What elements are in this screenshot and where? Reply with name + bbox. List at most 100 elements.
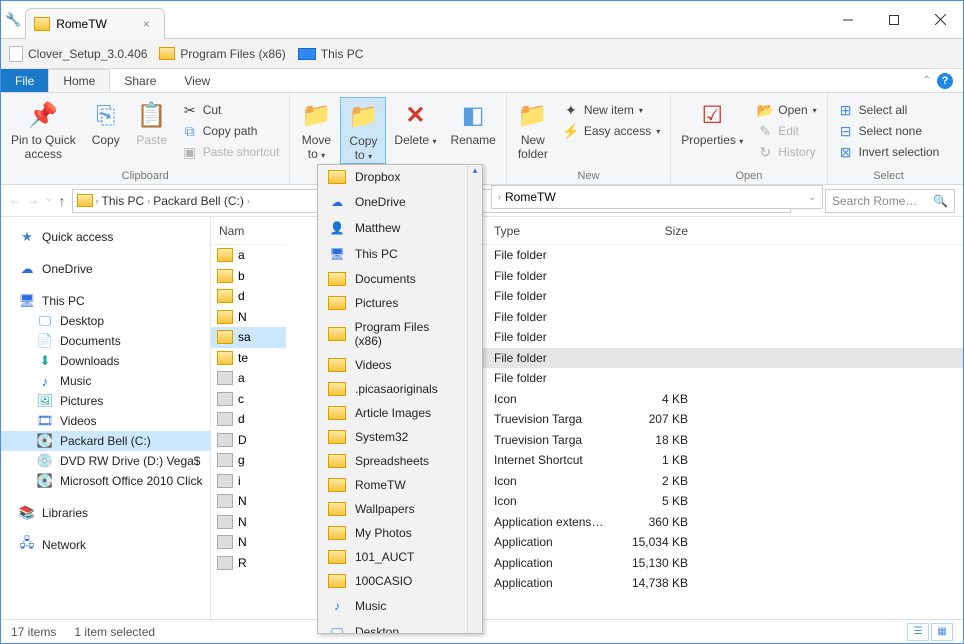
dropdown-item[interactable]: ♪Music [318,593,467,619]
dropdown-item[interactable]: 🖥This PC [318,241,467,267]
list-item[interactable]: a [211,368,286,389]
chevron-down-icon[interactable]: ⌄ [808,192,816,203]
list-item[interactable]: N [211,532,286,553]
bookmark-clover[interactable]: Clover_Setup_3.0.406 [9,46,147,62]
breadcrumb-item[interactable]: Packard Bell (C:) [153,194,244,208]
dropdown-item[interactable]: .picasaoriginals [318,377,467,401]
pin-quick-access-button[interactable]: 📌Pin to Quick access [5,97,82,162]
list-item[interactable]: R [211,553,286,574]
chevron-up-icon[interactable]: ⌃ [923,75,931,86]
list-item[interactable]: N [211,491,286,512]
tree-quick-access[interactable]: ★Quick access [1,227,210,247]
dropdown-item[interactable]: Pictures [318,291,467,315]
list-item[interactable]: a [211,245,286,266]
dropdown-item[interactable]: Spreadsheets [318,449,467,473]
open-button[interactable]: 📂Open▾ [751,101,822,119]
dropdown-item[interactable]: 👤Matthew [318,215,467,241]
copy-button[interactable]: ⎘Copy [84,97,128,148]
close-button[interactable] [917,1,963,38]
minimize-button[interactable] [825,1,871,38]
list-item[interactable]: b [211,266,286,287]
navigation-tree: ★Quick access ☁OneDrive 🖥This PC 🖵Deskto… [1,217,211,619]
cut-button[interactable]: ✂Cut [176,101,286,119]
folder-icon [217,248,233,262]
breadcrumb-item[interactable]: This PC [102,194,145,208]
dropdown-item[interactable]: Documents [318,267,467,291]
content-breadcrumb[interactable]: › RomeTW ⌄ [491,185,823,209]
view-icons-button[interactable]: ▦ [931,623,953,641]
help-icon[interactable]: ? [937,73,953,89]
tree-documents[interactable]: 📄Documents [1,331,210,351]
dropdown-item[interactable]: Videos [318,353,467,377]
copy-path-button[interactable]: ⧉Copy path [176,122,286,140]
dropdown-item[interactable]: Program Files (x86) [318,315,467,353]
select-none-button[interactable]: ⊟Select none [832,122,946,140]
tab-share[interactable]: Share [110,69,170,92]
delete-button[interactable]: ✕Delete ▾ [388,97,442,148]
view-details-button[interactable]: ☰ [907,623,929,641]
column-header-size[interactable]: Size [616,224,696,238]
tree-libraries[interactable]: 📚Libraries [1,503,210,523]
tree-music[interactable]: ♪Music [1,371,210,391]
wrench-icon[interactable]: 🔧 [5,12,21,28]
tree-drive-c[interactable]: 💽Packard Bell (C:) [1,431,210,451]
list-item[interactable]: d [211,409,286,430]
tree-network[interactable]: 🖧Network [1,535,210,555]
tab-home[interactable]: Home [48,69,110,92]
dropdown-item[interactable]: Wallpapers [318,497,467,521]
dropdown-item[interactable]: 100CASIO [318,569,467,593]
invert-selection-button[interactable]: ⊠Invert selection [832,143,946,161]
move-to-button[interactable]: 📁Move to ▾ [294,97,338,162]
tab-view[interactable]: View [170,69,224,92]
list-item[interactable]: d [211,286,286,307]
list-item[interactable]: i [211,471,286,492]
scrollbar[interactable]: ▴ [467,165,482,633]
list-item[interactable]: N [211,512,286,533]
list-item[interactable]: g [211,450,286,471]
dropdown-item[interactable]: 🖵Desktop [318,619,467,634]
column-header-type[interactable]: Type [486,224,616,238]
scroll-up-icon[interactable]: ▴ [468,165,482,181]
list-item[interactable]: sa [211,327,286,348]
new-item-icon: ✦ [563,102,579,118]
desk-icon: 🖵 [328,624,346,634]
dropdown-item[interactable]: Dropbox [318,165,467,189]
list-item[interactable]: c [211,389,286,410]
dropdown-item[interactable]: My Photos [318,521,467,545]
maximize-button[interactable] [871,1,917,38]
tree-onedrive[interactable]: ☁OneDrive [1,259,210,279]
select-all-button[interactable]: ⊞Select all [832,101,946,119]
list-item[interactable]: te [211,348,286,369]
list-item[interactable]: D [211,430,286,451]
new-folder-button[interactable]: 📁New folder [511,97,555,162]
new-item-button[interactable]: ✦New item▾ [557,101,666,119]
list-item[interactable]: N [211,307,286,328]
bookmark-program-files[interactable]: Program Files (x86) [159,47,285,61]
tree-this-pc[interactable]: 🖥This PC [1,291,210,311]
tab-close-icon[interactable]: × [143,17,150,31]
tree-drive-d[interactable]: 💿DVD RW Drive (D:) Vega$ [1,451,210,471]
copy-to-button[interactable]: 📁Copy to ▾ [340,97,386,164]
recent-dropdown[interactable]: ⌄ [45,193,53,209]
search-input[interactable]: Search Rome… 🔍 [825,189,955,213]
tree-downloads[interactable]: ⬇Downloads [1,351,210,371]
dropdown-item[interactable]: Article Images [318,401,467,425]
dropdown-item[interactable]: ☁OneDrive [318,189,467,215]
clover-tab[interactable]: RomeTW × [25,8,165,39]
tree-pictures[interactable]: 🖼Pictures [1,391,210,411]
tab-file[interactable]: File [1,69,48,92]
tree-desktop[interactable]: 🖵Desktop [1,311,210,331]
dropdown-item[interactable]: 101_AUCT [318,545,467,569]
copy-path-icon: ⧉ [182,123,198,139]
properties-button[interactable]: ☑Properties ▾ [675,97,749,148]
dropdown-item[interactable]: System32 [318,425,467,449]
tree-office[interactable]: 💽Microsoft Office 2010 Click-to-Run (Pro… [1,471,210,491]
dropdown-item[interactable]: RomeTW [318,473,467,497]
easy-access-icon: ⚡ [563,123,579,139]
tree-videos[interactable]: 🎞Videos [1,411,210,431]
easy-access-button[interactable]: ⚡Easy access▾ [557,122,666,140]
column-header-name[interactable]: Nam [211,217,286,245]
rename-button[interactable]: ◧Rename [444,97,501,148]
bookmark-this-pc[interactable]: This PC [298,47,364,61]
up-button[interactable]: ↑ [59,193,66,209]
